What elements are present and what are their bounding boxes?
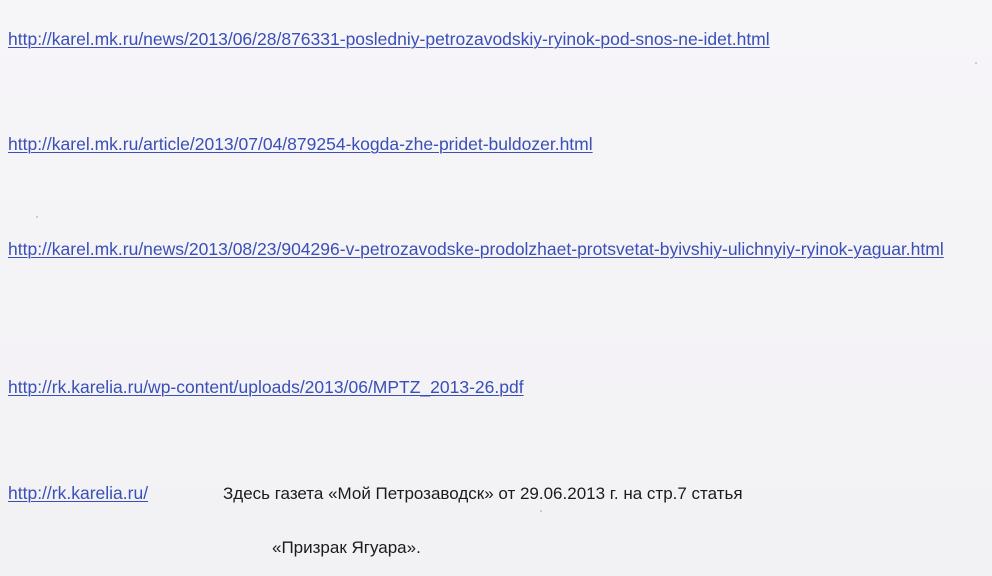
link-posledniy-rynok[interactable]: http://karel.mk.ru/news/2013/06/28/87633…	[8, 26, 770, 53]
newspaper-note-line2: «Призрак Ягуара».	[272, 538, 421, 557]
link-mptz-pdf[interactable]: http://rk.karelia.ru/wp-content/uploads/…	[8, 374, 524, 401]
link-kogda-zhe-pridet-buldozer[interactable]: http://karel.mk.ru/article/2013/07/04/87…	[8, 131, 593, 158]
scan-speck	[36, 216, 38, 218]
link-rk-karelia[interactable]: http://rk.karelia.ru/	[8, 480, 148, 507]
newspaper-note-line1: Здесь газета «Мой Петрозаводск» от 29.06…	[223, 484, 743, 503]
scanned-document-page: http://karel.mk.ru/news/2013/06/28/87633…	[0, 0, 992, 576]
link-prodolzhaet-protsvetat-ryinok[interactable]: http://karel.mk.ru/news/2013/08/23/90429…	[8, 236, 948, 263]
scan-speck	[540, 510, 542, 512]
scan-speck	[975, 62, 977, 64]
